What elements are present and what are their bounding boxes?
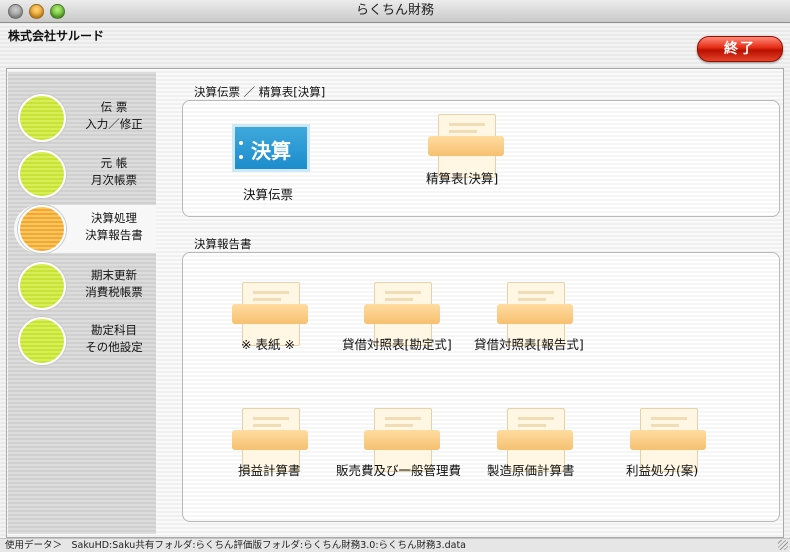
hyoshi-label[interactable]: ※ 表紙 ※ — [241, 334, 295, 353]
sidebar-item-subtitle: その他設定 — [85, 340, 143, 354]
kessan-blue-icon[interactable]: 決算 — [232, 124, 310, 172]
section-title-kessan-hokoku: 決算報告書 — [194, 237, 252, 251]
sidebar-item-subtitle: 消費税帳票 — [85, 285, 143, 299]
title-bar: らくちん財務 — [0, 0, 790, 23]
seizo-genka-label[interactable]: 製造原価計算書 — [487, 460, 575, 479]
company-name: 株式会社サルード — [8, 29, 105, 43]
exit-button[interactable]: 終了 — [697, 36, 783, 62]
sidebar-item-kanjo[interactable]: 勘定科目 その他設定 — [14, 317, 156, 365]
green-circle-icon — [18, 150, 66, 198]
taishaku-hokoku-label[interactable]: 貸借対照表[報告式] — [474, 334, 584, 353]
taishaku-kanjo-label[interactable]: 貸借対照表[勘定式] — [342, 334, 452, 353]
hanbaihi-label[interactable]: 販売費及び一般管理費 — [336, 460, 461, 479]
sidebar-item-subtitle: 決算報告書 — [85, 228, 143, 242]
sidebar-item-title: 勘定科目 — [91, 323, 137, 337]
sidebar-item-motocho[interactable]: 元 帳 月次帳票 — [14, 150, 156, 198]
sidebar-item-title: 伝 票 — [100, 100, 128, 114]
close-window-icon[interactable] — [8, 4, 23, 19]
seisanhyo-label[interactable]: 精算表[決算] — [426, 168, 498, 187]
zoom-window-icon[interactable] — [50, 4, 65, 19]
sidebar-item-subtitle: 入力／修正 — [85, 117, 143, 131]
resize-grip-icon[interactable] — [778, 540, 788, 550]
kessan-icon-text: 決算 — [251, 139, 291, 163]
sidebar-item-title: 期末更新 — [91, 268, 137, 282]
rieki-shobun-label[interactable]: 利益処分(案) — [626, 460, 698, 479]
sidebar-item-title: 元 帳 — [100, 156, 128, 170]
app-window: らくちん財務 株式会社サルード 終了 伝 票 入力／修正 元 帳 月次帳票 決算… — [0, 0, 790, 552]
window-title: らくちん財務 — [355, 3, 434, 18]
document-icon[interactable] — [428, 114, 504, 178]
section-title-kessan-denpyo: 決算伝票 ／ 精算表[決算] — [194, 85, 326, 99]
green-circle-icon — [18, 94, 66, 142]
status-bar: 使用データ＞ SakuHD:Saku共有フォルダ:らくちん評価版フォルダ:らくち… — [0, 538, 790, 552]
sidebar-item-denpyo[interactable]: 伝 票 入力／修正 — [14, 94, 156, 142]
minimize-window-icon[interactable] — [29, 4, 44, 19]
soneki-label[interactable]: 損益計算書 — [238, 460, 301, 479]
green-circle-icon — [18, 317, 66, 365]
data-path-text: 使用データ＞ SakuHD:Saku共有フォルダ:らくちん評価版フォルダ:らくち… — [5, 540, 466, 551]
orange-circle-icon — [18, 205, 66, 253]
sidebar-item-kessan[interactable]: 決算処理 決算報告書 — [14, 205, 156, 253]
sidebar-item-kimatsu[interactable]: 期末更新 消費税帳票 — [14, 262, 156, 310]
sidebar-item-subtitle: 月次帳票 — [91, 173, 137, 187]
green-circle-icon — [18, 262, 66, 310]
kessan-denpyo-label[interactable]: 決算伝票 — [243, 184, 293, 203]
sidebar-item-title: 決算処理 — [91, 211, 137, 225]
